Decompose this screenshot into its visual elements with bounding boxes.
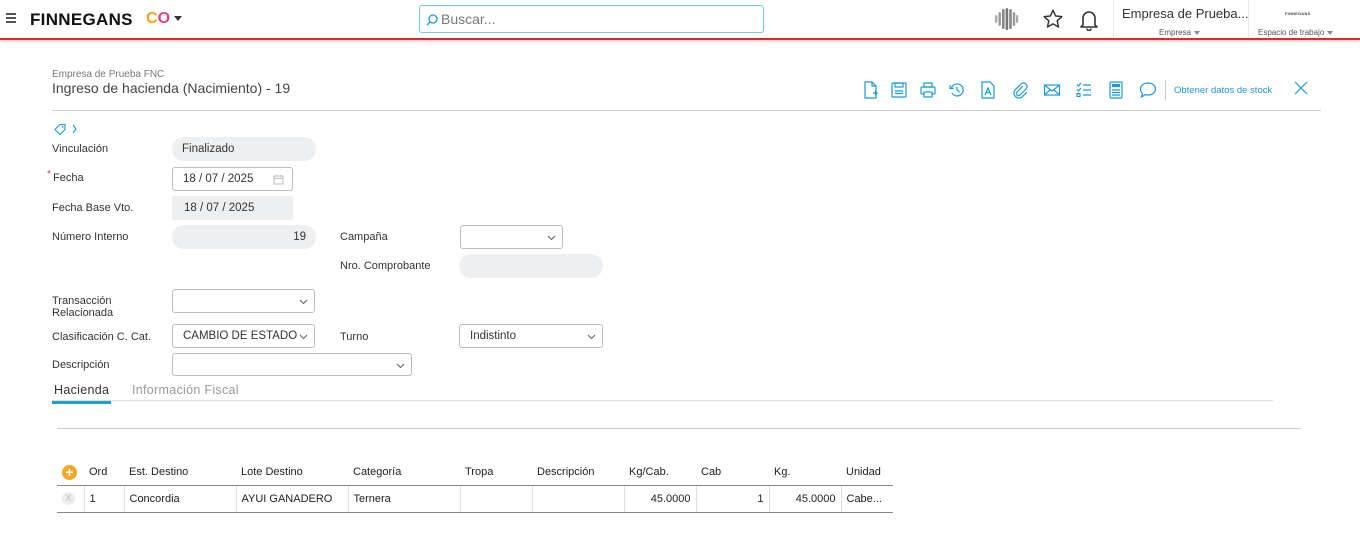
email-icon[interactable] — [1042, 80, 1062, 100]
column-header[interactable]: Lote Destino — [236, 460, 348, 486]
column-header[interactable]: Cab — [696, 460, 769, 486]
chevron-down-icon — [587, 334, 596, 340]
nro-comprobante-label: Nro. Comprobante — [340, 260, 431, 272]
nro-comprobante-field — [459, 254, 603, 278]
numero-interno-label: Número Interno — [52, 231, 129, 243]
divider — [1113, 0, 1114, 38]
new-document-icon[interactable] — [860, 80, 880, 100]
fecha-label: * Fecha — [47, 169, 84, 184]
close-icon[interactable] — [1294, 81, 1308, 95]
numero-interno-field: 19 — [172, 225, 316, 249]
tab-bar: Hacienda Información Fiscal — [52, 380, 1273, 404]
table-cell[interactable]: AYUI GANADERO — [235, 485, 348, 513]
attachment-icon[interactable] — [1010, 80, 1030, 100]
table-cell[interactable] — [531, 485, 624, 513]
save-icon[interactable] — [889, 80, 909, 100]
logo-caret-icon[interactable] — [174, 16, 182, 21]
descripcion-label: Descripción — [52, 359, 110, 371]
comment-icon[interactable] — [1138, 80, 1158, 100]
fecha-input[interactable]: 18 / 07 / 2025 — [172, 167, 293, 191]
top-bar: FINNEGANS CO Empresa de Prueba... Empres… — [0, 0, 1360, 40]
table-cell[interactable] — [459, 485, 532, 513]
column-header[interactable]: Kg. — [769, 460, 841, 486]
column-header[interactable]: Tropa — [460, 460, 532, 486]
fecha-base-field: 18 / 07 / 2025 — [172, 196, 293, 220]
chevron-down-icon — [299, 299, 308, 305]
company-subtitle: Empresa de Prueba FNC — [52, 69, 165, 80]
history-icon[interactable] — [947, 80, 967, 100]
checklist-icon[interactable] — [1074, 80, 1094, 100]
chevron-down-icon — [299, 334, 308, 340]
transaccion-label: Transacción Relacionada — [52, 295, 114, 319]
tag-icon[interactable] — [54, 123, 80, 135]
chevron-down-icon — [1194, 30, 1201, 35]
favorite-star-icon[interactable] — [1042, 8, 1064, 30]
search-input[interactable] — [441, 10, 751, 28]
section-divider — [57, 428, 1301, 429]
table-cell[interactable]: 1 — [695, 485, 769, 513]
vinculacion-field: Finalizado — [172, 137, 316, 161]
clasificacion-select[interactable]: CAMBIO DE ESTADO — [172, 324, 315, 348]
tab-hacienda[interactable]: Hacienda — [52, 383, 112, 404]
chevron-down-icon — [547, 235, 556, 241]
table-cell[interactable]: Ternera — [347, 485, 460, 513]
add-row-button[interactable]: + — [62, 464, 77, 480]
column-header[interactable]: Ord — [84, 460, 124, 486]
campana-select[interactable] — [460, 225, 563, 249]
grid-header-row: + Ord Est. Destino Lote Destino Categorí… — [57, 460, 893, 486]
fecha-base-label: Fecha Base Vto. — [52, 202, 134, 214]
company-label[interactable]: Empresa — [1159, 28, 1201, 37]
table-cell[interactable]: 1 — [83, 485, 124, 513]
chevron-down-icon — [396, 363, 405, 369]
turno-select[interactable]: Indistinto — [459, 324, 603, 348]
hacienda-grid: + Ord Est. Destino Lote Destino Categorí… — [57, 460, 893, 513]
clasificacion-label: Clasificación C. Cat. — [52, 331, 152, 343]
descripcion-select[interactable] — [172, 353, 412, 376]
campana-label: Campaña — [340, 231, 388, 243]
header-divider — [52, 110, 1321, 111]
text-document-icon[interactable] — [978, 80, 998, 100]
app-logo[interactable]: FINNEGANS — [30, 10, 133, 30]
report-icon[interactable] — [1106, 80, 1126, 100]
toolbar-divider — [1165, 80, 1166, 100]
calendar-icon[interactable] — [273, 174, 284, 185]
print-icon[interactable] — [918, 80, 938, 100]
column-header[interactable]: Est. Destino — [124, 460, 236, 486]
table-cell[interactable]: Concordia — [123, 485, 236, 513]
workspace-logo[interactable]: FINNEGANS — [1285, 11, 1310, 16]
required-marker: * — [47, 169, 51, 180]
get-stock-data-link[interactable]: Obtener datos de stock — [1174, 85, 1272, 96]
column-header[interactable]: Descripción — [532, 460, 624, 486]
assistant-wave-icon[interactable] — [993, 7, 1019, 31]
search-box[interactable] — [419, 5, 764, 33]
notification-bell-icon[interactable] — [1079, 9, 1099, 31]
tab-informacion-fiscal[interactable]: Información Fiscal — [132, 383, 239, 397]
divider — [1248, 0, 1249, 38]
workspace-selector[interactable]: Espacio de trabajo — [1258, 28, 1334, 37]
table-cell[interactable]: 45.0000 — [768, 485, 841, 513]
vinculacion-label: Vinculación — [52, 143, 109, 155]
table-row[interactable]: X 1 Concordia AYUI GANADERO Ternera 45.0… — [57, 485, 893, 513]
turno-label: Turno — [340, 331, 369, 343]
chevron-down-icon — [1327, 30, 1334, 35]
column-header[interactable]: Categoría — [348, 460, 460, 486]
table-cell[interactable]: 45.0000 — [623, 485, 696, 513]
delete-row-button[interactable]: X — [62, 492, 75, 505]
search-icon — [426, 14, 438, 26]
column-header[interactable]: Unidad — [841, 460, 893, 486]
menu-icon[interactable] — [6, 13, 16, 23]
column-header[interactable]: Kg/Cab. — [624, 460, 696, 486]
table-cell[interactable]: Cabe... — [840, 485, 893, 513]
logo-co-mark: CO — [146, 10, 171, 27]
company-selector[interactable]: Empresa de Prueba... — [1122, 6, 1248, 21]
page-title: Ingreso de hacienda (Nacimiento) - 19 — [52, 80, 291, 96]
transaccion-select[interactable] — [172, 289, 315, 313]
